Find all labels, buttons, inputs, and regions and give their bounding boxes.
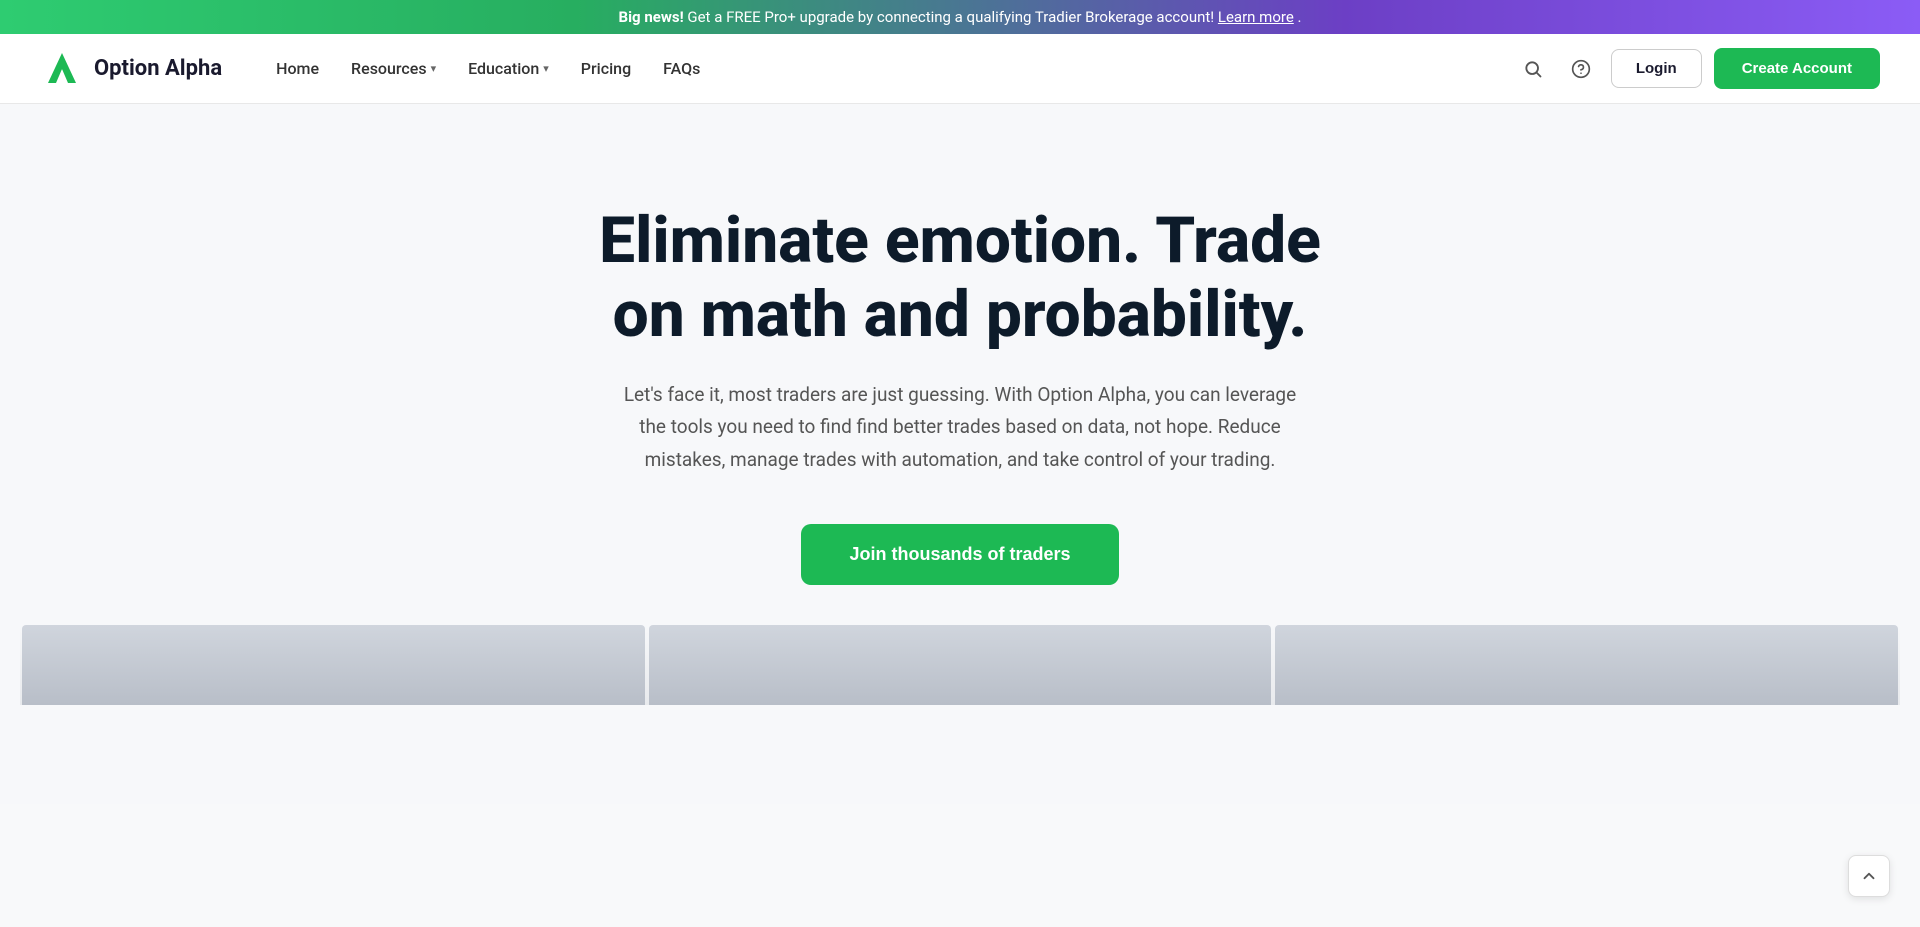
resources-chevron-icon: ▾	[431, 62, 437, 75]
create-account-button[interactable]: Create Account	[1714, 48, 1880, 89]
nav-link-education[interactable]: Education ▾	[454, 51, 563, 86]
banner-text: Get a FREE Pro+ upgrade by connecting a …	[687, 8, 1214, 26]
nav-link-faqs[interactable]: FAQs	[649, 51, 714, 86]
screenshot-2	[649, 625, 1272, 705]
education-chevron-icon: ▾	[543, 62, 549, 75]
navbar-actions: Login Create Account	[1515, 48, 1880, 89]
nav-item-resources[interactable]: Resources ▾	[337, 51, 450, 86]
logo-icon	[40, 47, 84, 91]
cta-button[interactable]: Join thousands of traders	[801, 524, 1118, 585]
hero-subtitle: Let's face it, most traders are just gue…	[610, 379, 1310, 476]
top-banner: Big news! Get a FREE Pro+ upgrade by con…	[0, 0, 1920, 34]
scroll-to-top-button[interactable]	[1848, 855, 1890, 897]
nav-link-pricing[interactable]: Pricing	[567, 51, 645, 86]
nav-item-education[interactable]: Education ▾	[454, 51, 563, 86]
banner-bold: Big news!	[619, 8, 684, 26]
screenshots-preview	[20, 625, 1900, 705]
hero-title: Eliminate emotion. Trade on math and pro…	[560, 204, 1360, 351]
nav-link-home[interactable]: Home	[262, 51, 333, 86]
logo-link[interactable]: Option Alpha	[40, 47, 222, 91]
screenshot-1	[22, 625, 645, 705]
nav-item-home[interactable]: Home	[262, 51, 333, 86]
nav-item-pricing[interactable]: Pricing	[567, 51, 645, 86]
nav-menu: Home Resources ▾ Education ▾ Pricing FAQ…	[262, 51, 1515, 86]
login-button[interactable]: Login	[1611, 49, 1702, 88]
logo-text: Option Alpha	[94, 56, 222, 81]
search-button[interactable]	[1515, 51, 1551, 87]
navbar: Option Alpha Home Resources ▾ Education …	[0, 34, 1920, 104]
nav-link-resources[interactable]: Resources ▾	[337, 51, 450, 86]
help-icon	[1571, 59, 1591, 79]
search-icon	[1523, 59, 1543, 79]
hero-section: Eliminate emotion. Trade on math and pro…	[0, 104, 1920, 804]
chevron-up-icon	[1860, 867, 1878, 885]
help-button[interactable]	[1563, 51, 1599, 87]
banner-link[interactable]: Learn more	[1218, 8, 1294, 26]
screenshot-3	[1275, 625, 1898, 705]
nav-item-faqs[interactable]: FAQs	[649, 51, 714, 86]
